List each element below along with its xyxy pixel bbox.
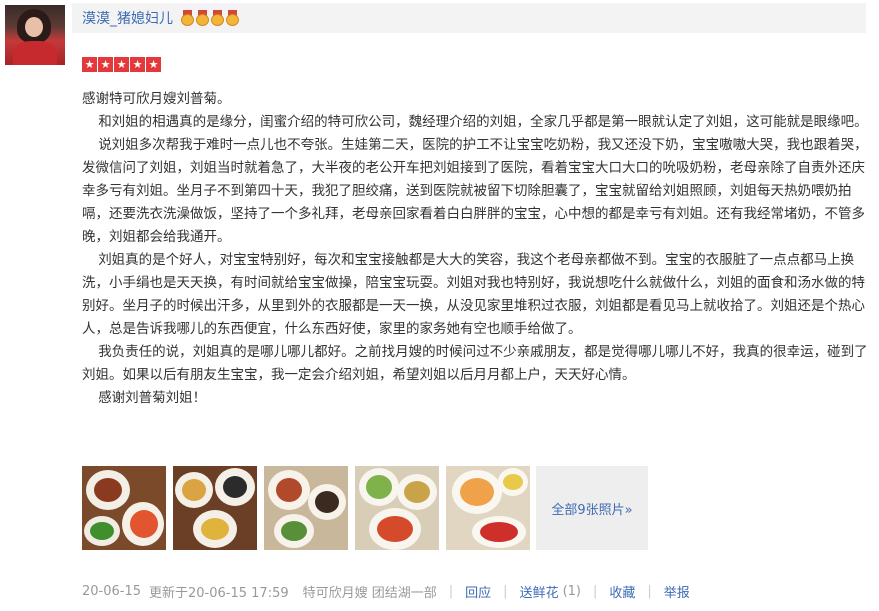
divider: | (593, 584, 598, 599)
star-icon: ★ (82, 57, 97, 72)
review-updated: 更新于20-06-15 17:59 (149, 586, 289, 601)
shop-name: 特可欣月嫂 团结湖一部 (302, 586, 437, 601)
photo-strip: 全部9张照片» (82, 466, 648, 550)
divider: | (448, 584, 454, 599)
review-photo[interactable] (173, 466, 257, 550)
flowers-count: (1) (562, 584, 581, 599)
review-paragraph: 刘姐真的是个好人，对宝宝特别好，每次和宝宝接触都是大大的笑容，我这个老母亲都做不… (82, 252, 865, 337)
star-icon: ★ (130, 57, 145, 72)
review-photo[interactable] (446, 466, 530, 550)
medal-icon (196, 10, 209, 26)
reviewer-header: 漠漠_猪媳妇儿 (72, 3, 866, 33)
username-link[interactable]: 漠漠_猪媳妇儿 (82, 8, 173, 28)
review-body: 感谢特可欣月嫂刘普菊。 和刘姐的相遇真的是缘分，闺蜜介绍的特可欣公司，魏经理介绍… (82, 88, 872, 410)
star-icon: ★ (114, 57, 129, 72)
report-link[interactable]: 举报 (664, 582, 690, 601)
divider: | (503, 584, 508, 599)
review-photo[interactable] (355, 466, 439, 550)
star-icon: ★ (146, 57, 161, 72)
review-photo[interactable] (82, 466, 166, 550)
review-paragraph: 说刘姐多次帮我于难时一点儿也不夸张。生娃第二天，医院的护工不让宝宝吃奶粉，我又还… (82, 137, 868, 245)
rating-stars: ★ ★ ★ ★ ★ (82, 57, 161, 72)
reply-link[interactable]: 回应 (465, 582, 491, 601)
divider: | (647, 584, 652, 599)
medal-icon (181, 10, 194, 26)
avatar-face (25, 17, 43, 37)
avatar[interactable] (5, 5, 65, 65)
review-date: 20-06-15 (82, 584, 142, 599)
send-flowers-link[interactable]: 送鲜花 (520, 582, 559, 601)
review-paragraph: 感谢刘普菊刘姐！ (98, 390, 207, 406)
review-paragraph: 和刘姐的相遇真的是缘分，闺蜜介绍的特可欣公司，魏经理介绍的刘姐，全家几乎都是第一… (98, 114, 868, 130)
all-photos-link[interactable]: 全部9张照片» (536, 466, 648, 550)
review-photo[interactable] (264, 466, 348, 550)
star-icon: ★ (98, 57, 113, 72)
review-paragraph: 我负责任的说，刘姐真的是哪儿哪儿都好。之前找月嫂的时候问过不少亲戚朋友，都是觉得… (82, 344, 868, 383)
medal-icon (226, 10, 239, 26)
favorite-link[interactable]: 收藏 (609, 582, 635, 601)
avatar-dress (13, 41, 57, 65)
review-footer: 20-06-15 更新于20-06-15 17:59 特可欣月嫂 团结湖一部 |… (82, 582, 690, 601)
medal-icon (211, 10, 224, 26)
review-paragraph: 感谢特可欣月嫂刘普菊。 (82, 91, 231, 107)
